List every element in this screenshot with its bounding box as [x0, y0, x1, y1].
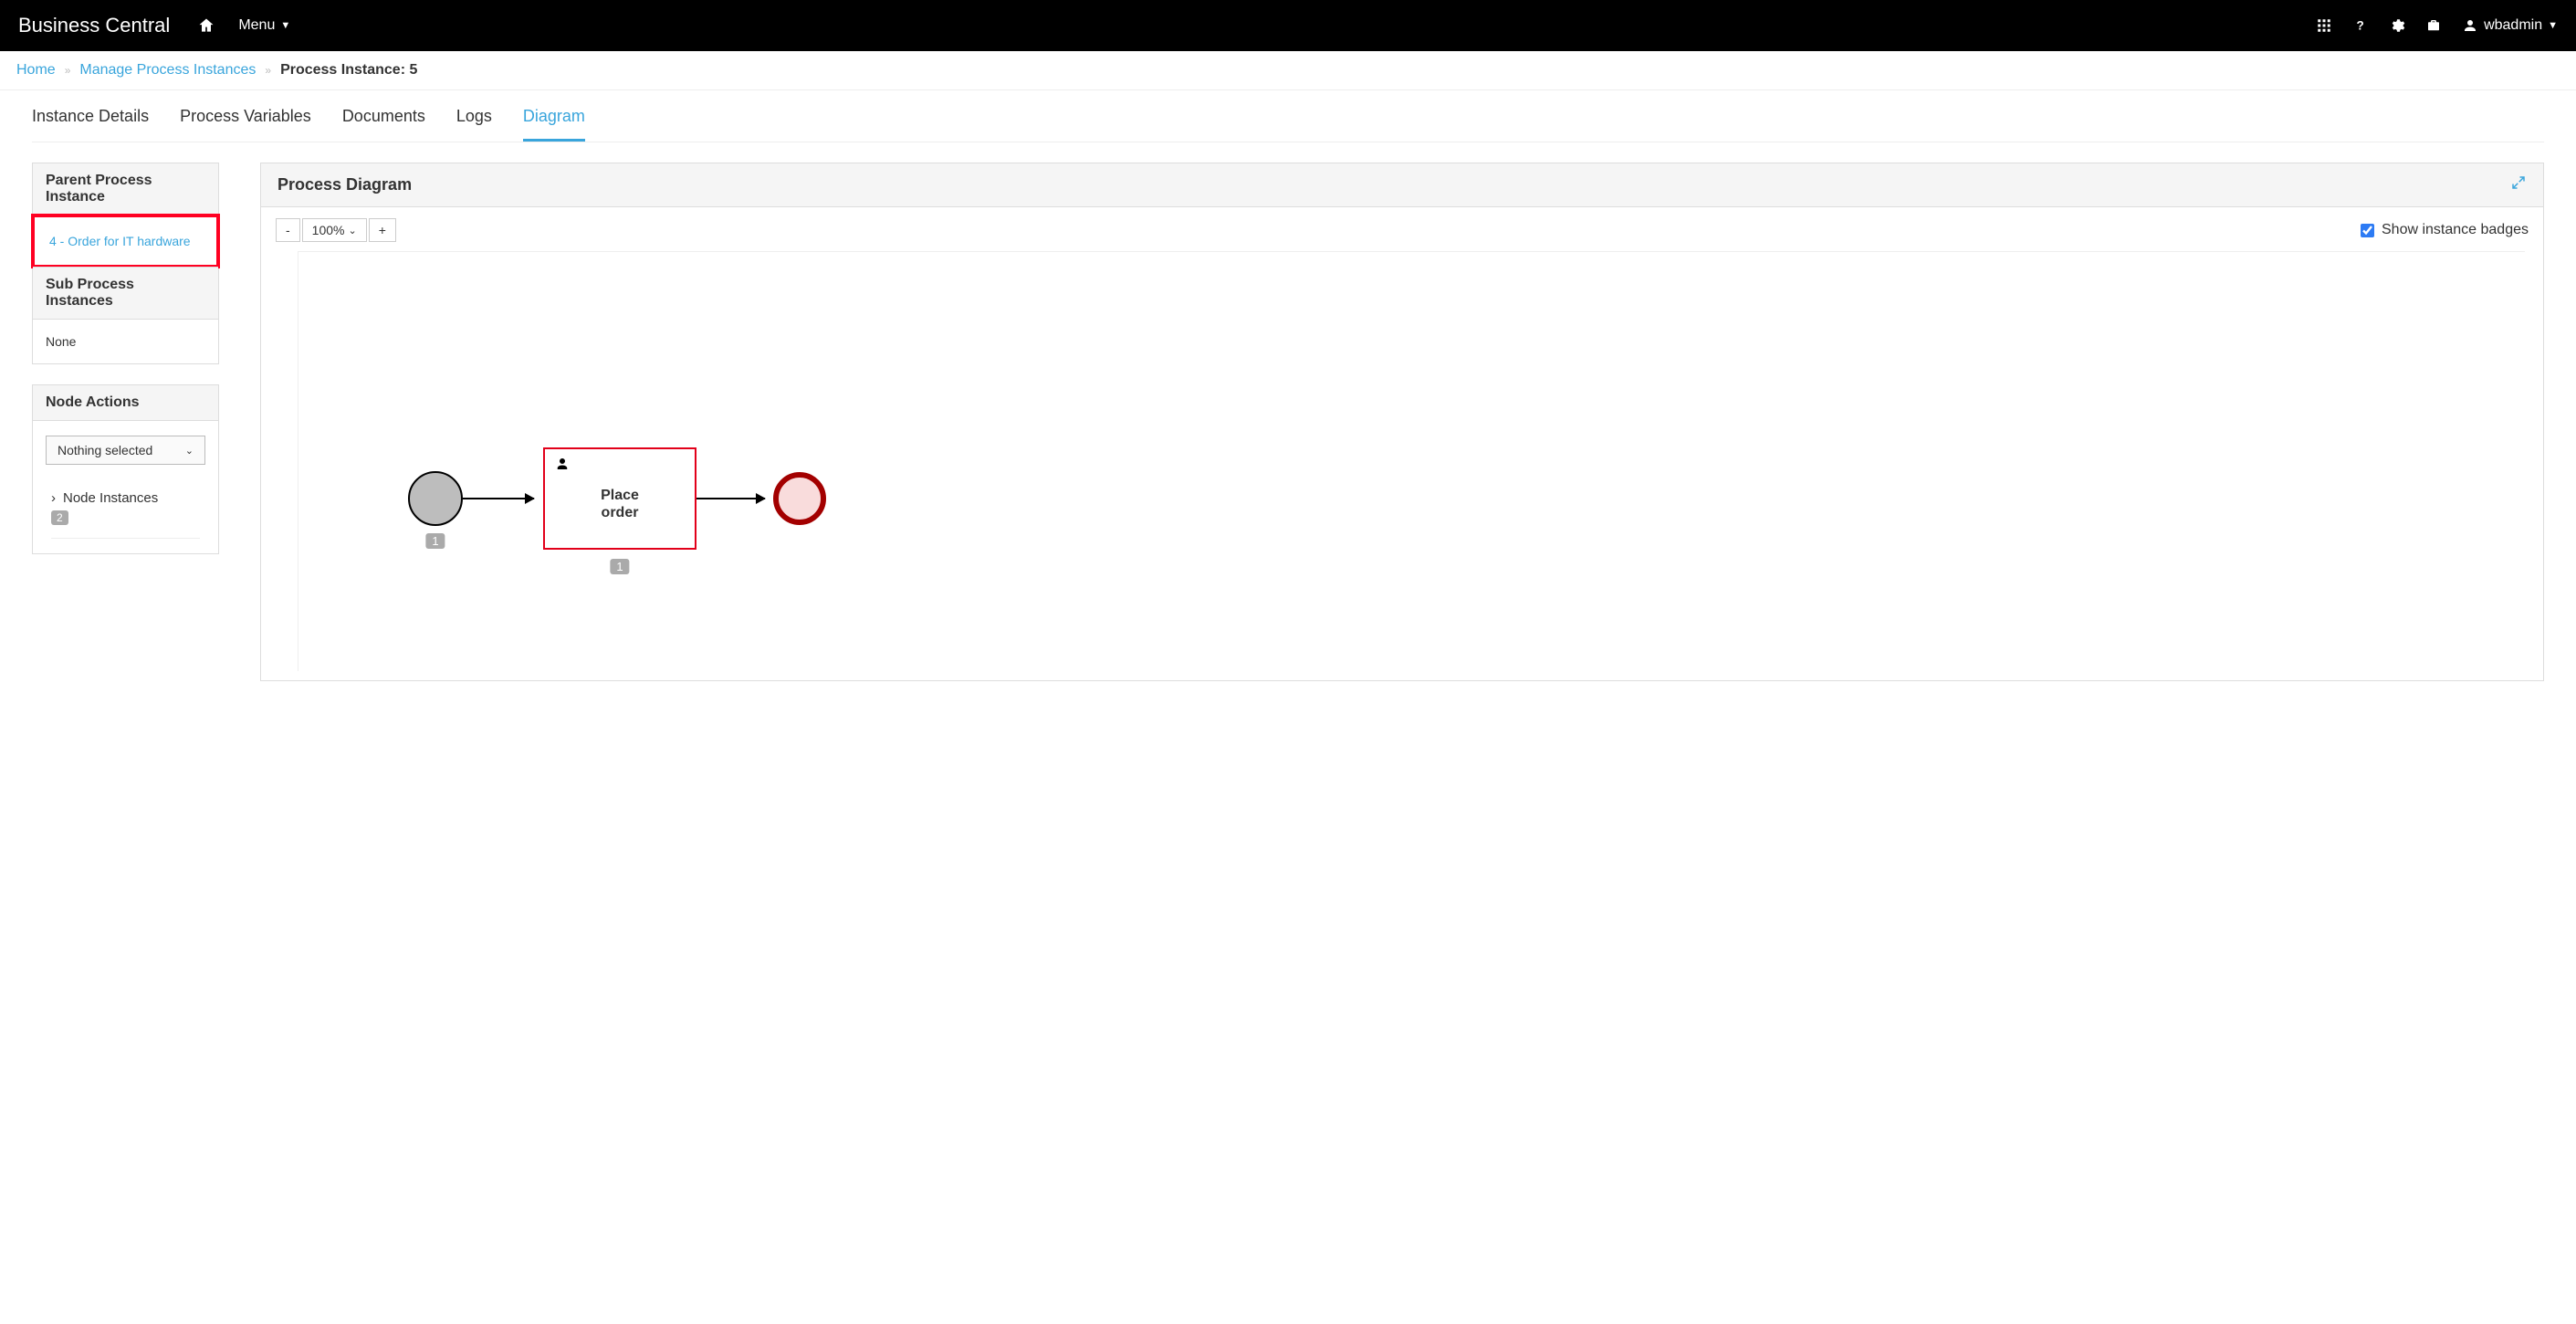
- zoom-in-button[interactable]: +: [369, 218, 396, 242]
- help-icon[interactable]: ?: [2352, 17, 2369, 34]
- node-actions-select[interactable]: Nothing selected ⌄: [46, 436, 205, 465]
- briefcase-icon[interactable]: [2425, 17, 2442, 34]
- bpmn-sequence-flow: [463, 498, 534, 499]
- breadcrumb-current: Process Instance: 5: [280, 62, 417, 79]
- breadcrumb-separator: »: [265, 64, 271, 77]
- node-actions-select-value: Nothing selected: [58, 443, 152, 457]
- node-actions-title: Node Actions: [33, 385, 218, 421]
- start-event-badge: 1: [425, 533, 445, 549]
- node-instances-toggle[interactable]: › Node Instances 2: [51, 483, 200, 539]
- bpmn-end-event[interactable]: [773, 472, 826, 525]
- chevron-right-icon: ›: [51, 490, 56, 506]
- zoom-control: - 100% ⌄ +: [276, 218, 396, 242]
- zoom-out-button[interactable]: -: [276, 218, 300, 242]
- user-label: wbadmin: [2484, 17, 2542, 34]
- tab-diagram[interactable]: Diagram: [523, 107, 585, 142]
- breadcrumb-separator: »: [65, 64, 71, 77]
- home-icon[interactable]: [197, 16, 215, 35]
- user-task-icon: [554, 455, 571, 476]
- sub-process-none: None: [33, 320, 218, 363]
- parent-process-panel: Parent Process Instance 4 - Order for IT…: [32, 163, 219, 364]
- user-menu[interactable]: wbadmin ▼: [2462, 17, 2558, 34]
- user-icon: [2462, 17, 2478, 34]
- parent-process-link[interactable]: 4 - Order for IT hardware: [49, 234, 191, 248]
- sub-process-title: Sub Process Instances: [33, 267, 218, 320]
- tab-logs[interactable]: Logs: [456, 107, 492, 142]
- zoom-value-select[interactable]: 100% ⌄: [302, 218, 367, 242]
- breadcrumb: Home » Manage Process Instances » Proces…: [0, 51, 2576, 90]
- highlight-annotation: 4 - Order for IT hardware: [31, 214, 220, 268]
- chevron-down-icon: ▼: [280, 20, 290, 31]
- show-badges-toggle[interactable]: Show instance badges: [2361, 222, 2529, 238]
- bpmn-user-task[interactable]: Place order 1: [543, 447, 696, 550]
- node-instances-label: Node Instances: [63, 490, 158, 506]
- zoom-value-label: 100%: [312, 223, 345, 237]
- tab-process-variables[interactable]: Process Variables: [180, 107, 311, 142]
- gear-icon[interactable]: [2389, 17, 2405, 34]
- apps-icon[interactable]: [2316, 17, 2332, 34]
- node-actions-panel: Node Actions Nothing selected ⌄ › Node I…: [32, 384, 219, 554]
- svg-text:?: ?: [2357, 19, 2364, 33]
- task-label: Place order: [545, 487, 695, 521]
- side-column: Parent Process Instance 4 - Order for IT…: [32, 163, 219, 574]
- menu-button[interactable]: Menu ▼: [238, 17, 290, 34]
- tab-documents[interactable]: Documents: [342, 107, 425, 142]
- brand-title: Business Central: [18, 14, 170, 37]
- tab-instance-details[interactable]: Instance Details: [32, 107, 149, 142]
- show-badges-checkbox[interactable]: [2361, 224, 2374, 237]
- expand-icon[interactable]: [2510, 174, 2527, 195]
- chevron-down-icon: ⌄: [348, 225, 356, 236]
- menu-label: Menu: [238, 17, 275, 34]
- process-diagram-panel: Process Diagram - 100% ⌄ + Show instance…: [260, 163, 2544, 681]
- show-badges-label: Show instance badges: [2382, 222, 2529, 238]
- breadcrumb-home[interactable]: Home: [16, 62, 56, 79]
- tab-bar: Instance Details Process Variables Docum…: [32, 90, 2544, 142]
- bpmn-start-event[interactable]: 1: [408, 471, 463, 526]
- process-diagram-title: Process Diagram: [277, 175, 412, 194]
- parent-process-title: Parent Process Instance: [33, 163, 218, 215]
- top-bar: Business Central Menu ▼ ? wbadmin ▼: [0, 0, 2576, 51]
- diagram-canvas[interactable]: 1 Place order 1: [298, 251, 2525, 671]
- bpmn-sequence-flow: [696, 498, 765, 499]
- breadcrumb-manage[interactable]: Manage Process Instances: [79, 62, 256, 79]
- chevron-down-icon: ⌄: [185, 445, 194, 457]
- task-badge: 1: [610, 559, 629, 574]
- chevron-down-icon: ▼: [2548, 20, 2558, 31]
- node-instances-count-badge: 2: [51, 510, 68, 525]
